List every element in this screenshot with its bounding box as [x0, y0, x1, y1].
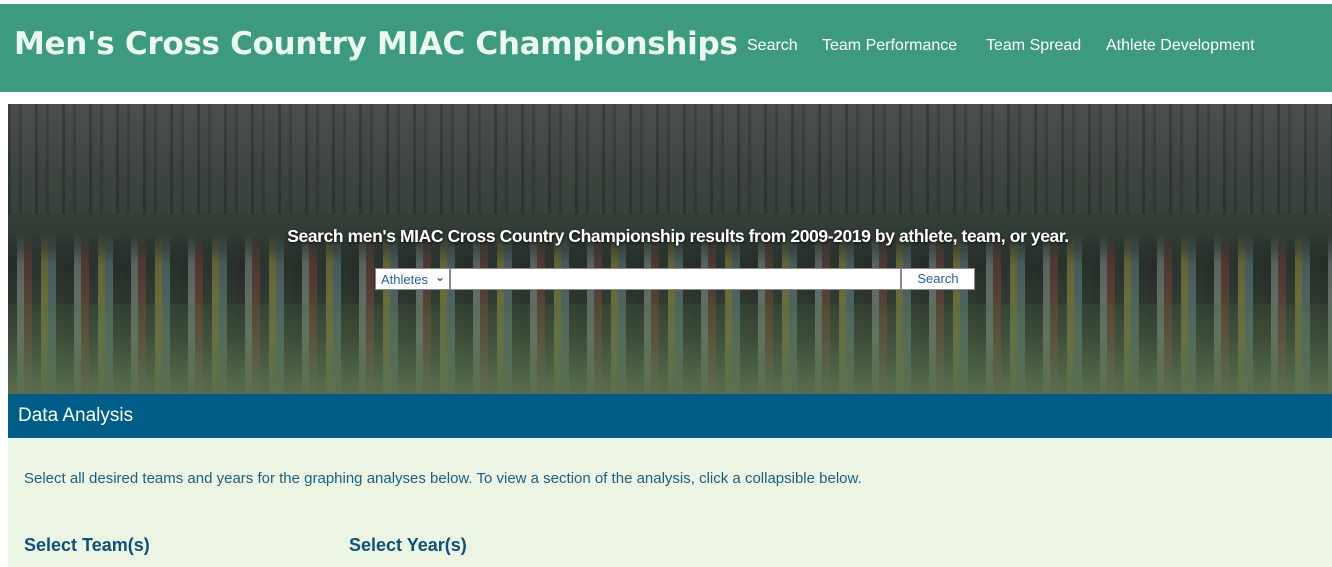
nav-team-spread[interactable]: Team Spread [986, 37, 1081, 55]
hero-background-trees [8, 104, 1332, 214]
chevron-down-icon: ⌄ [434, 270, 445, 284]
search-input[interactable] [450, 268, 901, 290]
data-analysis-title: Data Analysis [18, 405, 134, 426]
search-category-select[interactable]: Athletes ⌄ [375, 268, 450, 290]
header-gap [0, 92, 1332, 104]
analysis-instructions: Select all desired teams and years for t… [24, 470, 862, 487]
site-header: Men's Cross Country MIAC Championships S… [0, 4, 1332, 92]
search-category-value: Athletes [381, 272, 428, 287]
search-button[interactable]: Search [901, 268, 975, 290]
nav-team-performance[interactable]: Team Performance [822, 37, 957, 55]
hero-banner: Search men's MIAC Cross Country Champion… [8, 104, 1332, 394]
data-analysis-content: Select all desired teams and years for t… [8, 438, 1332, 567]
data-analysis-header: Data Analysis [8, 394, 1332, 438]
nav-search[interactable]: Search [747, 37, 798, 55]
hero-background-grass [8, 304, 1332, 394]
nav-athlete-development[interactable]: Athlete Development [1106, 37, 1255, 55]
select-years-heading: Select Year(s) [349, 535, 467, 555]
main-nav: Search Team Performance Team Spread Athl… [0, 37, 1332, 61]
hero-tagline: Search men's MIAC Cross Country Champion… [287, 226, 1069, 246]
select-teams-heading: Select Team(s) [24, 535, 150, 555]
